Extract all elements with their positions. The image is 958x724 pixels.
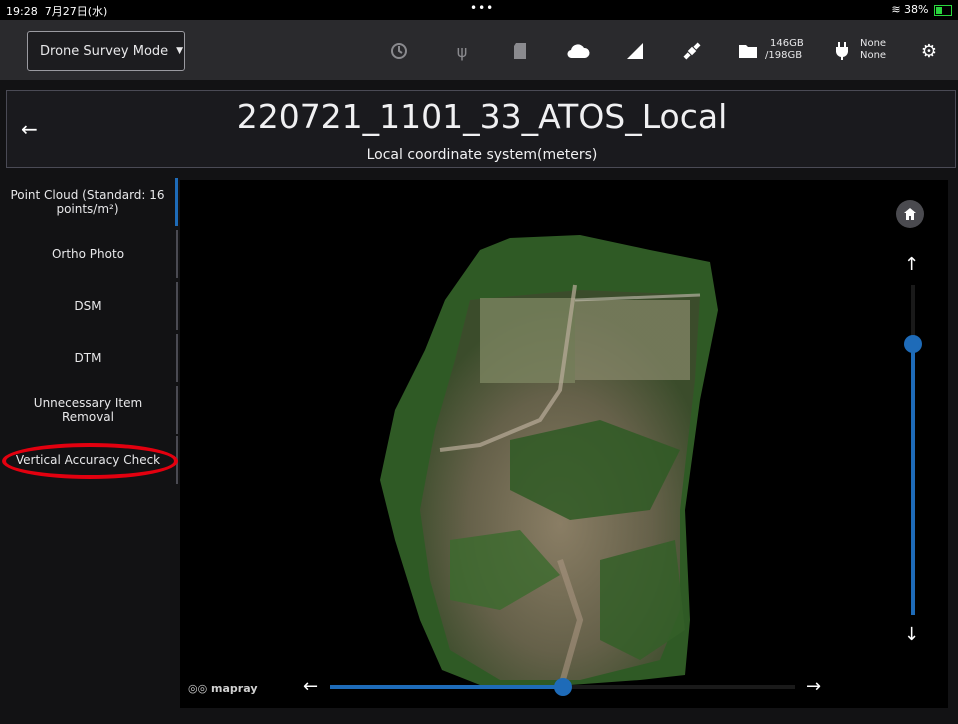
- storage-total: /198GB: [765, 50, 803, 61]
- status-indicators: ≋ 38%: [891, 3, 952, 16]
- sidebar-item-label: Point Cloud (Standard: 16 points/m²): [10, 188, 165, 216]
- usb-icon[interactable]: ψ: [452, 40, 472, 62]
- storage-readout: 146GB /198GB: [765, 38, 804, 62]
- sd-card-icon[interactable]: [510, 40, 530, 62]
- horizontal-slider-fill: [330, 685, 563, 689]
- point-cloud-image: [380, 235, 718, 691]
- sidebar-item-ortho-photo[interactable]: Ortho Photo: [0, 230, 178, 278]
- folder-icon[interactable]: [737, 40, 759, 62]
- plug-icon: [834, 40, 850, 62]
- page-subtitle: Local coordinate system(meters): [366, 147, 598, 163]
- sidebar-item-label: DSM: [74, 299, 102, 313]
- multitask-dots[interactable]: •••: [470, 1, 494, 15]
- mode-dropdown[interactable]: Drone Survey Mode ▼: [27, 31, 185, 71]
- sidebar-item-point-cloud[interactable]: Point Cloud (Standard: 16 points/m²): [0, 178, 178, 226]
- wifi-icon: ≋: [891, 3, 901, 16]
- horizontal-slider-knob[interactable]: [553, 678, 572, 696]
- sidebar-item-label: DTM: [74, 351, 102, 365]
- battery-icon: [934, 4, 952, 16]
- power-status-bottom: None: [860, 50, 887, 61]
- cloud-icon[interactable]: [565, 40, 591, 62]
- satellite-icon[interactable]: [680, 40, 704, 62]
- power-readout: None None: [860, 38, 886, 62]
- home-view-button[interactable]: [896, 200, 924, 228]
- power-status-top: None: [860, 38, 887, 49]
- arrow-up-icon[interactable]: ↑: [904, 254, 919, 275]
- arrow-down-icon[interactable]: ↓: [904, 624, 919, 645]
- status-time: 19:28 7月27日(水): [6, 5, 108, 18]
- gear-icon[interactable]: ⚙: [918, 40, 940, 62]
- title-bar: ← 220721_1101_33_ATOS_Local Local coordi…: [6, 90, 956, 168]
- point-cloud-viewer[interactable]: ↑ ↓ ◎◎ mapray ← →: [180, 180, 948, 708]
- home-icon: [904, 208, 916, 220]
- vertical-slider-fill: [911, 344, 915, 615]
- top-toolbar: Drone Survey Mode ▼ ψ 146GB /198GB None …: [0, 20, 958, 80]
- logo-text: mapray: [211, 682, 258, 695]
- signal-icon: [624, 40, 646, 62]
- arrow-left-icon[interactable]: ←: [303, 676, 318, 697]
- sidebar-item-label: Unnecessary Item Removal: [33, 396, 143, 424]
- mapray-logo: ◎◎ mapray: [188, 682, 258, 695]
- page-title: 220721_1101_33_ATOS_Local: [236, 97, 728, 136]
- highlight-annotation: [2, 443, 178, 479]
- arrow-right-icon[interactable]: →: [806, 676, 821, 697]
- camera-timer-icon[interactable]: [388, 40, 410, 62]
- sidebar-item-label: Ortho Photo: [51, 247, 125, 261]
- mode-label: Drone Survey Mode: [40, 43, 169, 59]
- sidebar-item-dsm[interactable]: DSM: [0, 282, 178, 330]
- caret-down-icon: ▼: [176, 46, 184, 56]
- sidebar-item-dtm[interactable]: DTM: [0, 334, 178, 382]
- logo-icon: ◎◎: [188, 682, 208, 695]
- battery-percent: 38%: [904, 3, 929, 16]
- storage-used: 146GB: [770, 38, 804, 49]
- status-bar: 19:28 7月27日(水) ••• ≋ 38%: [0, 0, 958, 20]
- sidebar-item-unnecessary-item-removal[interactable]: Unnecessary Item Removal: [0, 386, 178, 434]
